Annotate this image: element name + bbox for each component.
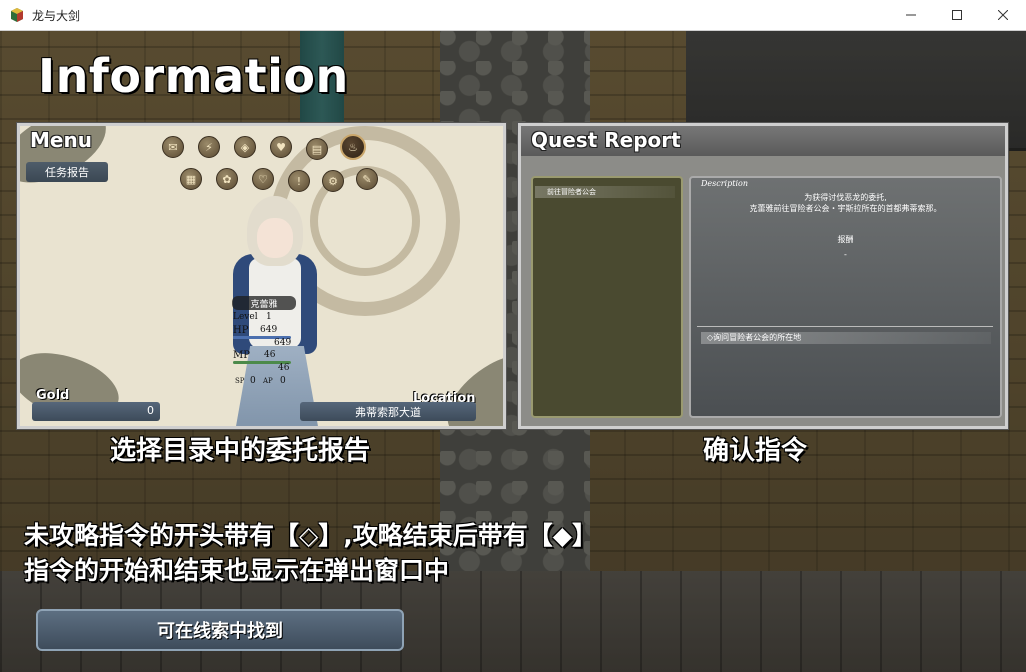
note-line-1: 未攻略指令的开头带有【◇】,攻略结束后带有【◆】 [24, 521, 597, 550]
quest-detail: Description 为获得讨伐恶龙的委托, 克蕾雅前往冒险者公会・宇斯拉所在… [689, 176, 1002, 418]
window-titlebar: 龙与大剑 [0, 0, 1026, 31]
character-name: 克蕾雅 [232, 296, 296, 310]
location-value: 弗蒂索那大道 [300, 402, 476, 421]
description-title: Description [701, 179, 748, 188]
clue-button[interactable]: 可在线索中找到 [36, 609, 404, 651]
mp-max: 46 [278, 363, 290, 373]
game-screen: Information Menu 任务报告 ✉ ⚡ ◈ ♥ ▤ ♨ ▦ ✿ ♡ … [0, 31, 1026, 672]
quest-report-preview-panel: Quest Report 前往冒险者公会 Description 为获得讨伐恶龙… [518, 123, 1008, 429]
menu-icon-grid: ✉ ⚡ ◈ ♥ ▤ ♨ ▦ ✿ ♡ ! ⚙ ✎ [162, 134, 382, 196]
menu-title: Menu [30, 128, 92, 152]
maximize-icon [952, 8, 962, 24]
level-value: 1 [266, 312, 272, 322]
bag-icon: ✉ [162, 136, 184, 158]
close-button[interactable] [980, 0, 1026, 31]
quest-report-title: Quest Report [531, 128, 681, 152]
book-icon: ▤ [306, 138, 328, 160]
love-icon: ♡ [252, 168, 274, 190]
hp-max: 649 [274, 338, 292, 348]
gold-box: 0 [32, 402, 160, 421]
minimize-icon [906, 8, 916, 24]
minimize-button[interactable] [888, 0, 934, 31]
level-label: Level [233, 312, 258, 322]
equip-icon: ◈ [234, 136, 256, 158]
ap-label: AP [263, 377, 273, 385]
save-icon: ✎ [356, 168, 378, 190]
potion-icon: ♨ [340, 134, 366, 160]
sp-value: 0 [250, 376, 256, 386]
quest-objective: ◇询问冒险者公会的所在地 [701, 332, 991, 344]
maximize-button[interactable] [934, 0, 980, 31]
skill-icon: ⚡ [198, 136, 220, 158]
alert-icon: ! [288, 170, 310, 192]
gold-label: Gold [36, 388, 70, 403]
hp-label: HP [233, 325, 249, 336]
quest-list: 前往冒险者公会 [531, 176, 683, 418]
reward-value: - [844, 250, 847, 259]
gear-icon: ⚙ [322, 170, 344, 192]
description-line-1: 为获得讨伐恶龙的委托, [804, 193, 887, 202]
info-heading: Information [38, 49, 349, 103]
map-icon: ▦ [180, 168, 202, 190]
description-line-2: 克蕾雅前往冒险者公会・宇斯拉所在的首都弗蒂索那。 [749, 204, 942, 213]
note-line-2: 指令的开始和结束也显示在弹出窗口中 [24, 556, 450, 585]
heart-icon: ♥ [270, 136, 292, 158]
right-caption: 确认指令 [703, 436, 808, 466]
mp-current: 46 [264, 350, 276, 360]
gold-value: 0 [147, 404, 154, 417]
quest-list-item: 前往冒险者公会 [535, 186, 675, 198]
quest-report-tag: 任务报告 [26, 162, 108, 182]
menu-preview-panel: Menu 任务报告 ✉ ⚡ ◈ ♥ ▤ ♨ ▦ ✿ ♡ ! ⚙ ✎ 克蕾雅 Le… [17, 123, 506, 429]
mp-label: MP [233, 350, 250, 361]
left-caption: 选择目录中的委托报告 [110, 436, 371, 466]
window-title: 龙与大剑 [32, 8, 81, 23]
ap-value: 0 [280, 376, 286, 386]
app-icon [9, 7, 25, 23]
hp-current: 649 [260, 325, 278, 335]
close-icon [997, 8, 1009, 24]
sp-label: SP [235, 377, 245, 385]
gift-icon: ✿ [216, 168, 238, 190]
reward-label: 报酬 [837, 235, 854, 244]
